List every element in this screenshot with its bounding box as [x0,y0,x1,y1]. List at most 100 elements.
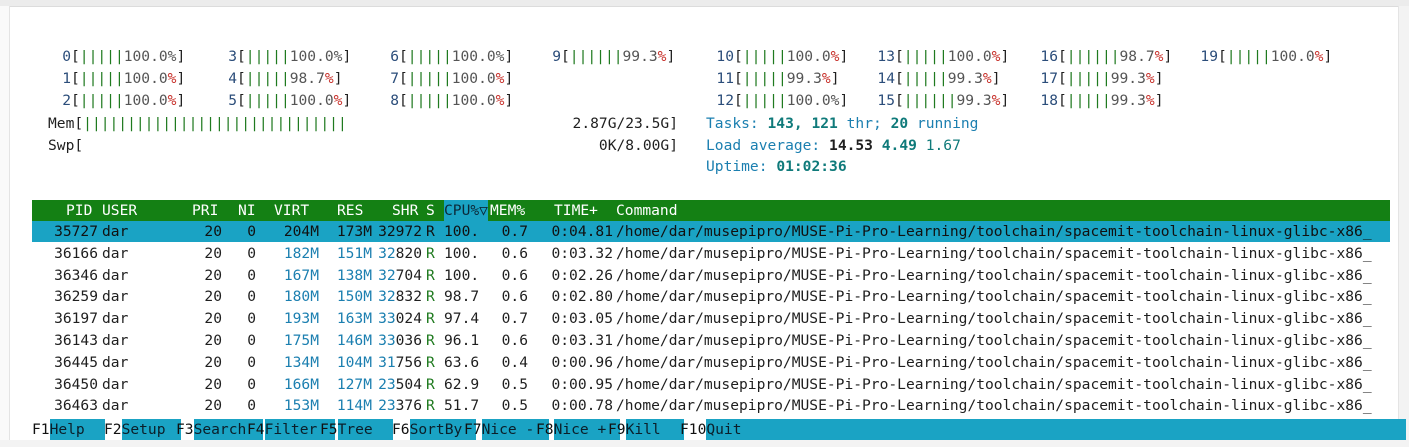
col-virt[interactable]: VIRT [274,200,309,221]
fkey-label: Kill [625,419,684,440]
cell-pid: 35727 [54,223,98,240]
uptime-value: 01:02:36 [776,158,847,175]
cell-mem: 0.6 [501,266,528,284]
process-row[interactable]: 36259 dar 20 0 180M 150M 32832 R 98.7 0.6 0:02.80/… [32,286,1390,307]
cell-time: 0:02.80 [551,288,613,306]
cpu-bar: ||||| [245,70,290,87]
cpu-percent: 100.0% [289,92,343,109]
cell-res: 114M [336,397,372,415]
cpu-bar: ||||| [1066,70,1111,87]
cell-pri: 20 [204,332,222,349]
cell-cmd: /home/dar/musepipro/MUSE-Pi-Pro-Learning… [616,310,1372,328]
running-label: running [916,115,979,132]
cell-ni: 0 [247,223,256,240]
fkey-tree-button[interactable]: F5Tree [320,419,393,440]
process-row[interactable]: 35727 dar 20 0 204M 173M 32972 R 100. 0.7 0:04.81/… [32,221,1390,242]
fkey-quit-button[interactable]: F10Quit [680,419,1407,440]
col-pid[interactable]: PID [66,200,92,221]
cell-pri: 20 [204,244,222,262]
cpu-number: 3 [228,48,237,65]
cell-mem: 0.5 [501,375,528,393]
cell-virt: 166M [283,375,319,393]
cell-virt: 204M [283,223,319,240]
col-res[interactable]: RES [337,200,363,221]
cpu-percent: 99.3% [956,92,1001,109]
process-row[interactable]: 36450 dar 20 0 166M 127M 23504 R 62.9 0.5 0:00.95/… [32,374,1390,395]
col-pri[interactable]: PRI [192,200,218,221]
fkey-key: F2 [104,421,122,438]
cell-cpu: 100. [444,223,480,240]
cell-pid: 36259 [54,288,98,306]
cell-s: R [426,332,435,349]
cell-shr: 32972 [378,223,422,240]
cell-cmd: /home/dar/musepipro/MUSE-Pi-Pro-Learning… [616,223,1372,240]
cell-cpu: 98.7 [444,288,480,306]
col-ni[interactable]: NI [238,200,256,221]
process-table-header: PID USER PRI NI VIRT RES SHR S CPU%▽ MEM… [32,200,1390,221]
cpu-number: 18 [1040,92,1058,109]
cell-virt: 180M [283,288,319,306]
cell-res: 127M [336,375,372,393]
cpu-meter-15: 15[||||||99.3%] [877,92,1010,109]
cpu-percent: 99.3% [1110,92,1155,109]
scrollbar[interactable] [1398,6,1409,447]
process-row[interactable]: 36445 dar 20 0 134M 104M 31756 R 63.6 0.4 0:00.96/… [32,352,1390,373]
process-row[interactable]: 36197 dar 20 0 193M 163M 33024 R 97.4 0.7 0:03.05/… [32,308,1390,329]
cell-ni: 0 [247,397,256,415]
process-row[interactable]: 36346 dar 20 0 167M 138M 32704 R 100. 0.6 0:02.26/… [32,265,1390,286]
col-user[interactable]: USER [102,200,137,221]
cpu-meter-1: 1[|||||100.0%] [62,70,186,87]
cell-res: 146M [336,332,372,349]
cpu-number: 5 [228,92,237,109]
fkey-setup-button[interactable]: F2Setup [104,419,181,440]
cpu-percent: 100.0% [786,48,840,65]
cell-pid: 36445 [54,353,98,371]
cell-cmd: /home/dar/musepipro/MUSE-Pi-Pro-Learning… [616,375,1372,393]
cell-shr: 32820 [378,244,422,262]
cell-cmd: /home/dar/musepipro/MUSE-Pi-Pro-Learning… [616,332,1372,349]
col-s[interactable]: S [426,200,435,221]
cpu-percent: 100.0% [451,48,505,65]
mem-value-text: 2.87G/23.5G [572,115,670,132]
cell-pid: 36346 [54,266,98,284]
swp-value: 0K/8.00G] [598,137,678,154]
cell-user: dar [102,353,129,371]
col-cpu-sorted[interactable]: CPU%▽ [444,200,488,221]
cpu-meter-12: 12[|||||100.0%] [716,92,849,109]
process-row[interactable]: 36143 dar 20 0 175M 146M 33036 R 96.1 0.6 0:03.31/… [32,330,1390,351]
load-average-line: Load average: 14.53 4.49 1.67 [706,135,961,156]
cell-pid: 36463 [54,397,98,415]
cpu-number: 12 [716,92,734,109]
fkey-kill-button[interactable]: F9Kill [608,419,684,440]
fkey-label: Setup [121,419,181,440]
cell-res: 151M [336,244,372,262]
swp-meter: Swp[ [48,137,84,154]
cpu-number: 17 [1040,70,1058,87]
cell-cpu: 100. [444,244,480,262]
cell-cpu: 51.7 [444,397,480,415]
cpu-number: 1 [62,70,71,87]
col-mem[interactable]: MEM% [490,200,525,221]
cell-s: R [426,375,435,393]
swp-value-text: 0K/8.00G [598,137,670,154]
col-command[interactable]: Command [616,200,678,221]
cell-ni: 0 [247,310,256,328]
fkey-key: F1 [32,421,50,438]
col-shr[interactable]: SHR [392,200,418,221]
fkey-help-button[interactable]: F1Help [32,419,105,440]
col-time[interactable]: TIME+ [554,200,598,221]
cell-pri: 20 [204,375,222,393]
cell-pri: 20 [204,310,222,328]
cpu-meter-19: 19[|||||100.0%] [1200,48,1333,65]
cpu-bar: ||||| [903,48,948,65]
fkey-key: F6 [392,421,410,438]
cpu-bar: |||||| [903,92,957,109]
cell-s: R [426,397,435,415]
load-1min: 14.53 [829,137,873,154]
process-row[interactable]: 36463 dar 20 0 153M 114M 23376 R 51.7 0.5 0:00.78/… [32,395,1390,416]
cell-cmd: /home/dar/musepipro/MUSE-Pi-Pro-Learning… [616,353,1372,371]
cell-user: dar [102,223,129,240]
cpu-bar: ||||| [1226,48,1271,65]
process-row[interactable]: 36166 dar 20 0 182M 151M 32820 R 100. 0.6 0:03.32/… [32,243,1390,264]
tasks-count: 143 [767,115,794,132]
